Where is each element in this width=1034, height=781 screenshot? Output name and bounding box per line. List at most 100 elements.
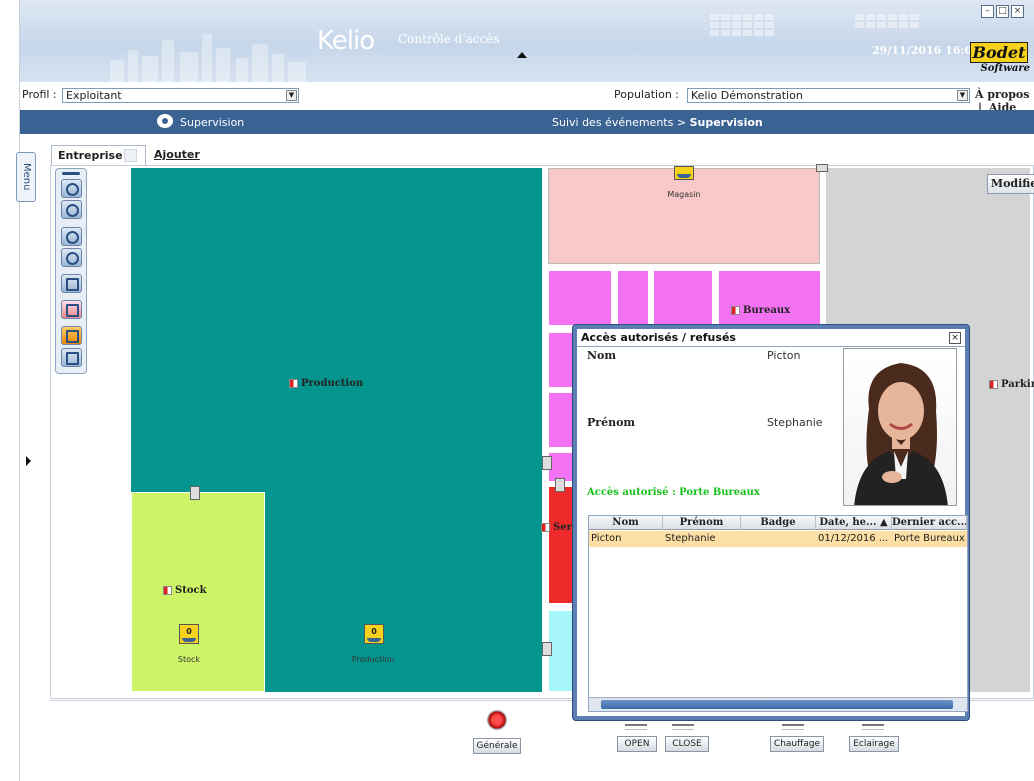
- reader-stock-icon[interactable]: 0: [179, 624, 199, 644]
- zone-bureaux-room[interactable]: [653, 270, 713, 326]
- kelio-logo: Kelio: [317, 26, 375, 56]
- generale-button[interactable]: Générale: [473, 738, 521, 754]
- zone-flag-icon: [989, 380, 998, 389]
- chevron-down-icon[interactable]: ▼: [957, 90, 968, 101]
- open-button[interactable]: OPEN: [617, 736, 657, 752]
- popup-title: Accès autorisés / refusés: [577, 329, 965, 347]
- minimize-icon[interactable]: –: [981, 5, 994, 18]
- close-button[interactable]: CLOSE: [665, 736, 709, 752]
- display-icon[interactable]: [61, 300, 82, 319]
- person-photo-image: [854, 363, 948, 505]
- bodet-logo-text: Bodet: [970, 42, 1028, 63]
- tab-ajouter[interactable]: Ajouter: [148, 145, 206, 165]
- col-badge[interactable]: Badge: [741, 516, 816, 530]
- expand-panel-icon[interactable]: [26, 456, 31, 466]
- fit-screen-icon[interactable]: [61, 348, 82, 367]
- profile-select[interactable]: Exploitant ▼: [62, 88, 299, 103]
- collapse-header-icon[interactable]: [517, 52, 527, 58]
- zone-bureaux[interactable]: [718, 270, 821, 326]
- about-link[interactable]: À propos: [975, 88, 1029, 101]
- modifier-button[interactable]: Modifier: [987, 174, 1034, 194]
- cell-badge: [741, 531, 816, 547]
- scrollbar-thumb[interactable]: [601, 700, 953, 709]
- breadcrumb-separator: >: [676, 116, 687, 129]
- zoom-actual-size-icon[interactable]: [61, 227, 82, 246]
- cell-date: 01/12/2016 ...: [818, 533, 889, 544]
- general-alarm-icon[interactable]: [487, 710, 507, 730]
- door-icon[interactable]: [542, 642, 552, 656]
- door-icon[interactable]: [555, 478, 565, 492]
- col-date[interactable]: Date, he... ▲: [816, 516, 892, 530]
- zone-flag-icon: [289, 379, 298, 388]
- zone-magasin[interactable]: [548, 168, 820, 264]
- switch-icon: [672, 724, 694, 730]
- zone-flag-icon: [731, 306, 740, 315]
- zone-label-stock: Stock: [163, 585, 207, 596]
- bodet-logo-sub: Software: [980, 63, 1030, 74]
- population-label: Population :: [614, 88, 679, 101]
- door-icon[interactable]: [542, 456, 552, 470]
- map-toolbar: [55, 168, 87, 374]
- profile-select-value: Exploitant: [66, 89, 122, 102]
- population-select[interactable]: Kelio Démonstration ▼: [687, 88, 970, 103]
- tab-menu-icon[interactable]: [124, 149, 137, 162]
- profile-label: Profil :: [22, 88, 57, 101]
- tab-entreprise-label: Entreprise: [58, 149, 123, 162]
- reader-production-icon[interactable]: 0: [364, 624, 384, 644]
- zone-flag-icon: [163, 586, 172, 595]
- decor-grid: [710, 14, 774, 36]
- zoom-out-icon[interactable]: [61, 200, 82, 219]
- access-popup: Accès autorisés / refusés × Nom Picton P…: [573, 325, 969, 720]
- 3d-view-icon[interactable]: [61, 326, 82, 345]
- table-row[interactable]: Picton Stephanie 01/12/2016 ... Porte Bu…: [589, 531, 967, 547]
- zoom-in-icon[interactable]: [61, 179, 82, 198]
- zone-label-bureaux: Bureaux: [731, 305, 790, 316]
- col-dernier-acces[interactable]: Dernier acc...: [892, 516, 967, 530]
- menu-tab[interactable]: Menu: [16, 152, 36, 202]
- eclairage-button[interactable]: Eclairage: [849, 736, 899, 752]
- prenom-value: Stephanie: [767, 416, 823, 429]
- nom-label: Nom: [587, 349, 617, 362]
- zone-label-services: Ser: [541, 522, 572, 533]
- eye-icon: [157, 114, 173, 128]
- maximize-icon[interactable]: □: [996, 5, 1009, 18]
- pan-icon[interactable]: [61, 274, 82, 293]
- zone-name-services: Ser: [553, 522, 572, 533]
- close-icon[interactable]: ×: [1011, 5, 1024, 18]
- zone-bureaux-room[interactable]: [548, 270, 612, 326]
- zone-name-production: Production: [301, 378, 364, 389]
- reader-production-label: Production: [351, 655, 395, 664]
- cell-prenom: Stephanie: [665, 533, 716, 544]
- app-subtitle: Contrôle d'accès: [398, 32, 500, 46]
- bodet-logo: Bodet Software: [960, 42, 1030, 76]
- app-header: Kelio Contrôle d'accès 29/11/2016 16:06 …: [20, 0, 1034, 82]
- access-status: Accès autorisé : Porte Bureaux: [587, 487, 760, 498]
- zone-name-bureaux: Bureaux: [743, 305, 791, 316]
- door-icon[interactable]: [190, 486, 200, 500]
- zone-label-production: Production: [289, 378, 363, 389]
- zone-label-parking: Parking: [989, 379, 1034, 390]
- population-select-value: Kelio Démonstration: [691, 89, 803, 102]
- toolbar-grip: [62, 172, 80, 175]
- breadcrumb-parent[interactable]: Suivi des événements: [552, 116, 673, 129]
- decor-grid: [855, 14, 919, 28]
- tab-entreprise[interactable]: Entreprise: [51, 145, 146, 165]
- col-nom[interactable]: Nom: [589, 516, 663, 530]
- access-table: Nom Prénom Badge Date, he... ▲ Dernier a…: [588, 515, 968, 712]
- reader-magasin-icon[interactable]: [674, 166, 694, 180]
- table-header: Nom Prénom Badge Date, he... ▲ Dernier a…: [589, 516, 967, 530]
- close-icon[interactable]: ×: [949, 332, 961, 344]
- chevron-down-icon[interactable]: ▼: [286, 90, 297, 101]
- horizontal-scrollbar[interactable]: [589, 697, 967, 711]
- prenom-label: Prénom: [587, 416, 636, 429]
- zone-bureaux-room[interactable]: [617, 270, 649, 326]
- reader-stock-label: Stock: [177, 655, 201, 664]
- supervision-link[interactable]: Supervision: [180, 116, 244, 129]
- breadcrumb-current: Supervision: [689, 116, 763, 129]
- col-prenom[interactable]: Prénom: [663, 516, 741, 530]
- switch-icon: [782, 724, 804, 730]
- chauffage-button[interactable]: Chauffage: [770, 736, 824, 752]
- door-icon[interactable]: [816, 164, 828, 172]
- zoom-percent-icon[interactable]: [61, 248, 82, 267]
- nav-bar: Supervision Suivi des événements > Super…: [20, 110, 1034, 134]
